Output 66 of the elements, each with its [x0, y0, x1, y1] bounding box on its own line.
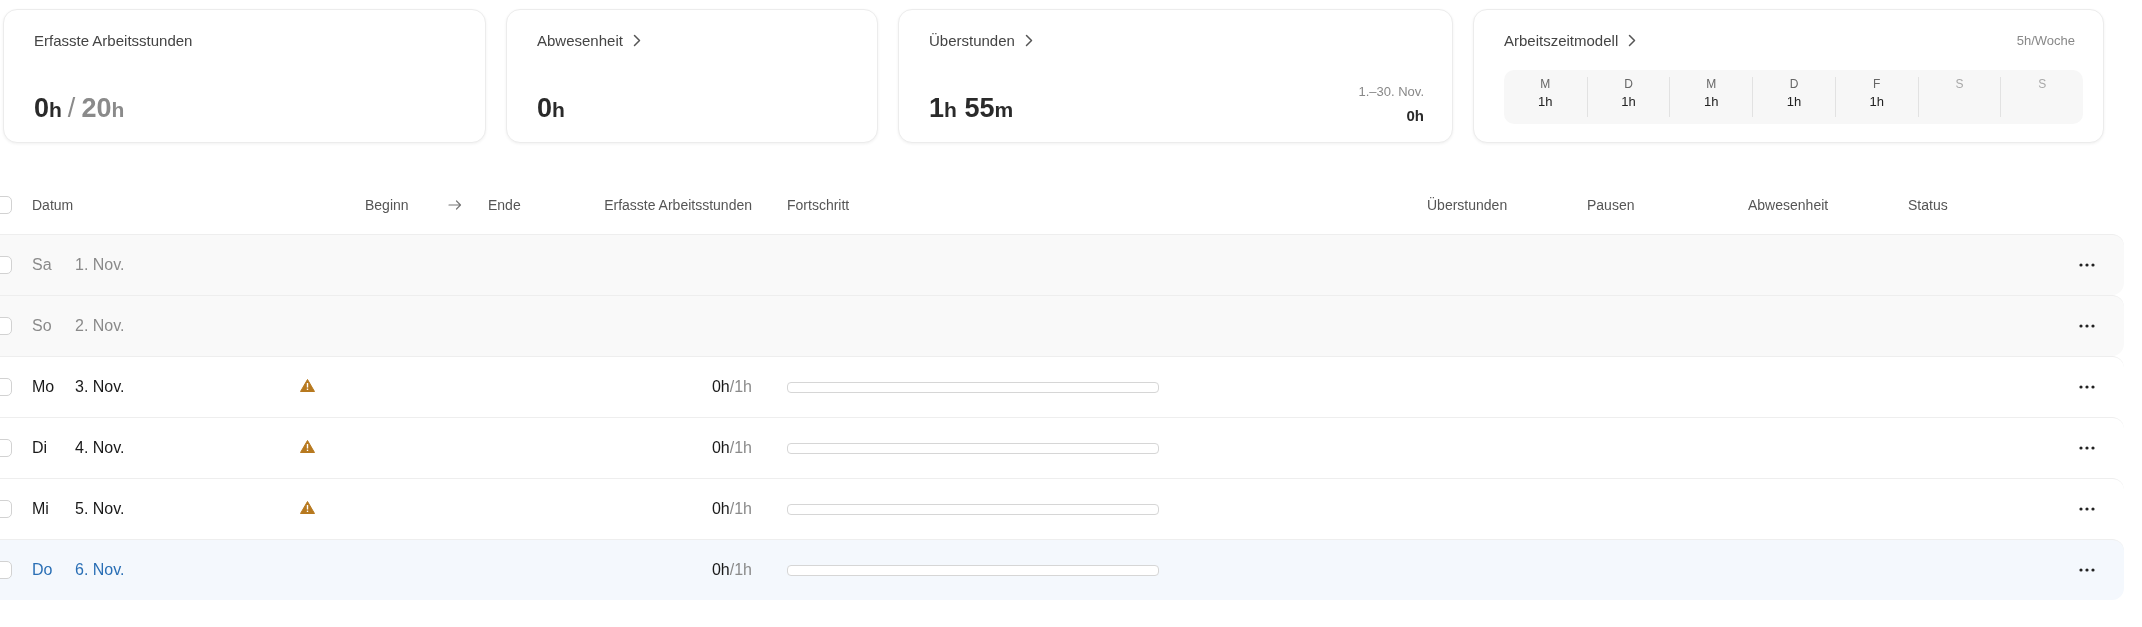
column-header: Überstunden — [1427, 197, 1509, 213]
weekday-label: M — [1706, 77, 1717, 91]
weekday-cell-text: Do — [32, 561, 54, 579]
weekday-label: F — [1873, 77, 1881, 91]
column-header: Beginn — [365, 197, 410, 213]
arrow-right-icon — [448, 200, 462, 210]
chevron-right-icon — [1024, 34, 1033, 47]
date-cell-text: 2. Nov. — [75, 317, 126, 335]
card-title[interactable]: Überstunden — [929, 32, 1015, 49]
weekday-cell-text: Di — [32, 439, 49, 457]
warning-icon — [300, 440, 315, 453]
hours-cell: 0h/1h — [711, 378, 752, 396]
table-row[interactable]: Do 6. Nov. 0h/1h — [0, 539, 2124, 600]
warning-icon — [300, 379, 315, 392]
more-icon[interactable] — [2079, 263, 2095, 267]
column-header: Status — [1908, 197, 1949, 213]
separator: / — [67, 93, 76, 123]
period-label: 1.–30. Nov. — [1358, 84, 1424, 99]
weekday-hours: 1h — [1704, 94, 1719, 109]
more-icon[interactable] — [2079, 507, 2095, 511]
weekday-label: S — [1955, 77, 1964, 91]
card-title[interactable]: Abwesenheit — [537, 32, 623, 49]
card-title: Erfasste Arbeitsstunden — [34, 32, 193, 49]
weekday-hours: 1h — [1786, 94, 1802, 109]
hours-cell: 0h/1h — [711, 561, 752, 579]
summary-card[interactable]: Überstunden 1h 55m 1.–30. Nov. 0h — [898, 9, 1453, 143]
column-header: Pausen — [1587, 197, 1636, 213]
weekday-label: M — [1540, 77, 1551, 91]
column-header: Fortschritt — [787, 197, 851, 213]
column-header: Ende — [488, 197, 522, 213]
weekday-cell-text: Mi — [32, 500, 50, 518]
weekday-cell-text: So — [32, 317, 53, 335]
date-cell-text: 3. Nov. — [75, 378, 126, 396]
card-title[interactable]: Arbeitszeitmodell — [1504, 32, 1619, 49]
target-hours-value: 20h — [81, 93, 125, 123]
weekday-cell-text: Mo — [32, 378, 56, 396]
weekday-label: D — [1789, 77, 1799, 91]
chevron-right-icon — [1628, 34, 1637, 47]
weekday-label: S — [2038, 77, 2047, 91]
summary-card[interactable]: Arbeitszeitmodell 5h/Woche M 1h D 1h M 1h D 1h F 1h S S — [1473, 9, 2104, 143]
weekday-label: D — [1624, 77, 1633, 91]
date-cell-text: 1. Nov. — [75, 256, 126, 274]
date-cell-text: 6. Nov. — [75, 561, 126, 579]
warning-icon — [300, 501, 315, 514]
date-cell-text: 4. Nov. — [75, 439, 126, 457]
date-cell-text: 5. Nov. — [75, 500, 126, 518]
more-icon[interactable] — [2079, 324, 2095, 328]
period-value: 0h — [1406, 107, 1424, 124]
more-icon[interactable] — [2079, 568, 2095, 572]
recorded-hours-value: 0h — [34, 93, 62, 123]
more-icon[interactable] — [2079, 446, 2095, 450]
overtime-value: 1h 55m — [929, 93, 1014, 124]
weekday-hours: 1h — [1538, 94, 1553, 109]
weekday-hours: 1h — [1869, 94, 1884, 109]
column-header: Erfasste Arbeitsstunden — [604, 197, 752, 213]
summary-card[interactable]: Abwesenheit 0h — [506, 9, 878, 143]
column-header: Datum — [32, 197, 75, 213]
weekly-hours: 5h/Woche — [2016, 33, 2075, 48]
chevron-right-icon — [632, 34, 641, 47]
hours-cell: 0h/1h — [711, 439, 752, 457]
more-icon[interactable] — [2079, 385, 2095, 389]
weekday-cell-text: Sa — [32, 256, 53, 274]
weekday-hours: 1h — [1621, 94, 1636, 109]
hours-cell: 0h/1h — [711, 500, 752, 518]
absence-value: 0h — [537, 93, 565, 124]
column-header: Abwesenheit — [1748, 197, 1830, 213]
